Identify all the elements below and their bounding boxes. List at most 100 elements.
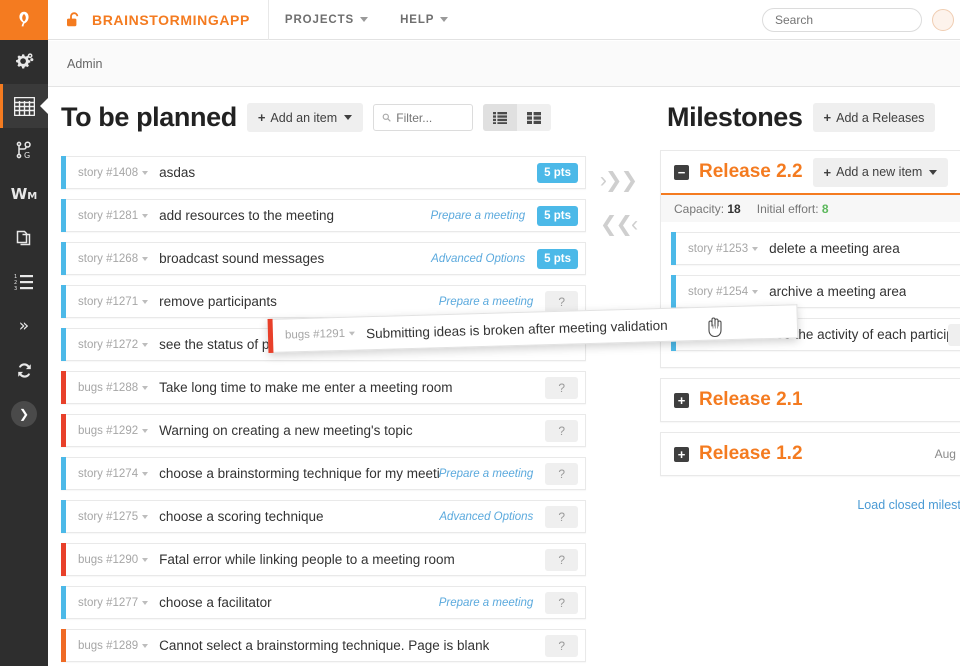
sidebar-item-board[interactable] [0, 84, 48, 128]
item-tag[interactable]: Advanced Options [439, 511, 545, 523]
estimate-unknown-badge[interactable]: ? [545, 420, 578, 442]
item-id[interactable]: story #1271 [78, 296, 148, 308]
move-to-milestone-button[interactable]: ›❯❯ [593, 158, 643, 202]
item-id[interactable]: story #1275 [78, 511, 148, 523]
table-row[interactable]: bugs #1289Cannot select a brainstorming … [61, 629, 586, 662]
estimate-unknown-badge[interactable]: ? [545, 377, 578, 399]
item-tag[interactable]: Prepare a meeting [439, 468, 546, 480]
item-type-bar [61, 629, 66, 662]
item-type-bar [61, 414, 66, 447]
dragged-item-id-label: bugs #1291 [285, 328, 345, 342]
estimate-unknown-badge[interactable]: ? [545, 592, 578, 614]
estimate-unknown-badge[interactable]: ? [948, 324, 960, 346]
table-row[interactable]: story #1274choose a brainstorming techni… [61, 457, 586, 490]
sidebar-item-settings[interactable] [0, 40, 48, 84]
add-a-new-item-button[interactable]: + Add a new item [813, 158, 949, 187]
add-an-item-label: Add an item [270, 111, 337, 125]
item-tag[interactable]: Advanced Options [431, 253, 537, 265]
sidebar-item-sync[interactable] [0, 348, 48, 392]
view-list-button[interactable] [483, 104, 517, 131]
milestones-title: Milestones [667, 102, 803, 133]
item-id[interactable]: story #1272 [78, 339, 148, 351]
item-id-label: story #1408 [78, 167, 138, 179]
estimate-unknown-badge[interactable]: ? [545, 549, 578, 571]
sidebar-item-more[interactable]: » [0, 304, 48, 348]
brand-block[interactable]: BRAINSTORMINGAPP [48, 0, 269, 40]
milestone-item-row[interactable]: story #1253delete a meeting area [671, 232, 960, 265]
item-id[interactable]: story #1408 [78, 167, 148, 179]
release-card-collapsed-1[interactable]: + Release 2.1 [660, 378, 960, 422]
estimate-unknown-badge[interactable]: ? [545, 635, 578, 657]
sidebar-item-git[interactable]: G [0, 128, 48, 172]
estimate-unknown-badge[interactable]: ? [545, 463, 578, 485]
points-badge[interactable]: 5 pts [537, 249, 578, 269]
add-a-release-button[interactable]: + Add a Releases [813, 103, 936, 132]
chevron-down-icon [142, 429, 148, 433]
release-name[interactable]: Release 2.1 [699, 389, 803, 411]
milestone-item-row[interactable]: story #1254archive a meeting area [671, 275, 960, 308]
table-row[interactable]: story #1268broadcast sound messagesAdvan… [61, 242, 586, 275]
sidebar-item-documents[interactable] [0, 216, 48, 260]
item-id-label: bugs #1290 [78, 554, 138, 566]
release-name[interactable]: Release 1.2 [699, 443, 803, 465]
sidebar-item-backlog-list[interactable]: 123 [0, 260, 48, 304]
item-title: choose a facilitator [159, 595, 272, 610]
table-row[interactable]: bugs #1290Fatal error while linking peop… [61, 543, 586, 576]
item-tag[interactable]: Prepare a meeting [439, 597, 546, 609]
table-row[interactable]: bugs #1292 Warning on creating a new meet… [61, 414, 586, 447]
item-id-label: story #1254 [688, 286, 748, 298]
nav-projects[interactable]: PROJECTS [269, 0, 384, 40]
avatar[interactable] [932, 9, 954, 31]
item-id[interactable]: story #1253 [688, 243, 758, 255]
move-to-backlog-button[interactable]: ❮❮‹ [593, 202, 643, 246]
search-input[interactable] [775, 13, 909, 27]
item-title: Warning on creating a new meeting's topi… [159, 423, 412, 438]
estimate-unknown-badge[interactable]: ? [545, 291, 578, 313]
points-badge[interactable]: 5 pts [537, 206, 578, 226]
release-name[interactable]: Release 2.2 [699, 161, 803, 183]
chevron-down-icon [142, 472, 148, 476]
table-row[interactable]: bugs #1288Take long time to make me ente… [61, 371, 586, 404]
add-an-item-button[interactable]: + Add an item [247, 103, 363, 132]
release-card-collapsed-2[interactable]: + Release 1.2 Aug 15, 2 [660, 432, 960, 476]
view-grid-button[interactable] [517, 104, 551, 131]
table-row[interactable]: story #1277 choose a facilitator Prepare a… [61, 586, 586, 619]
table-row[interactable]: story #1408asdas5 pts [61, 156, 586, 189]
leaf-logo-icon [13, 9, 35, 31]
app-logo[interactable] [0, 0, 48, 40]
item-id[interactable]: bugs #1290 [78, 554, 148, 566]
collapse-toggle-icon[interactable]: − [674, 165, 689, 180]
sidebar-item-expand[interactable]: ❯ [0, 392, 48, 436]
item-id[interactable]: bugs #1289 [78, 640, 148, 652]
item-tag[interactable]: Prepare a meeting [439, 296, 546, 308]
item-id[interactable]: story #1277 [78, 597, 148, 609]
filter-input[interactable] [396, 111, 464, 125]
item-type-bar [61, 543, 66, 576]
points-badge[interactable]: 5 pts [537, 163, 578, 183]
effort-label-group: Initial effort: 8 [757, 202, 829, 216]
table-row[interactable]: story #1275 choose a scoring technique Adv… [61, 500, 586, 533]
item-id[interactable]: story #1274 [78, 468, 148, 480]
item-id[interactable]: story #1268 [78, 253, 148, 265]
item-title: choose a scoring technique [159, 509, 323, 524]
grid-table-icon [14, 97, 35, 116]
nav-help[interactable]: HELP [384, 0, 464, 40]
nav-projects-label: PROJECTS [285, 14, 354, 26]
expand-toggle-icon[interactable]: + [674, 393, 689, 408]
table-row[interactable]: story #1281add resources to the meetingP… [61, 199, 586, 232]
filter-box[interactable] [373, 104, 473, 131]
item-id[interactable]: story #1254 [688, 286, 758, 298]
item-tag[interactable]: Prepare a meeting [431, 210, 538, 222]
expand-toggle-icon[interactable]: + [674, 447, 689, 462]
sidebar-item-wiki[interactable]: WM [0, 172, 48, 216]
chevron-down-icon [929, 170, 937, 175]
item-id[interactable]: bugs #1288 [78, 382, 148, 394]
load-closed-milestones-link[interactable]: Load closed milestones [660, 476, 960, 512]
item-id[interactable]: story #1281 [78, 210, 148, 222]
item-id[interactable]: bugs #1292 [78, 425, 148, 437]
global-search[interactable] [762, 8, 922, 32]
chevron-down-icon [142, 171, 148, 175]
estimate-unknown-badge[interactable]: ? [545, 506, 578, 528]
item-id-label: story #1275 [78, 511, 138, 523]
breadcrumb-admin[interactable]: Admin [67, 57, 102, 71]
